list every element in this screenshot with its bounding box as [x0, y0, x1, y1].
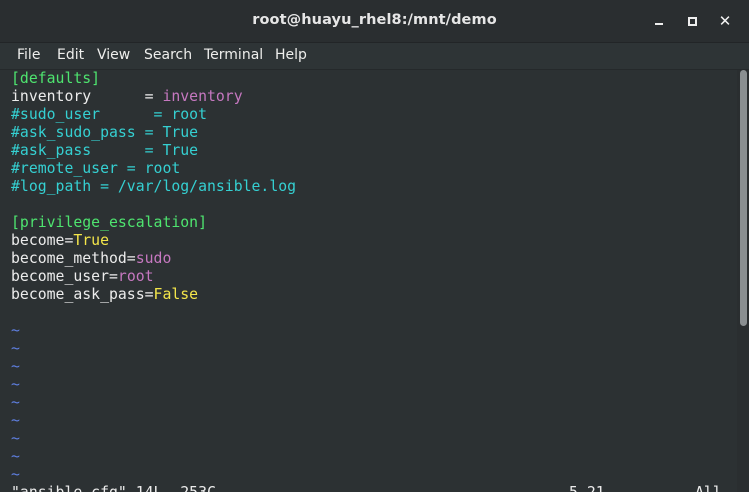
config-boolean-value: True [73, 232, 109, 249]
editor-line: ~ [11, 430, 296, 448]
minimize-button[interactable] [648, 10, 670, 32]
editor-line: ~ [11, 412, 296, 430]
config-comment: #remote_user = root [11, 160, 181, 177]
empty-line-tilde: ~ [11, 376, 20, 393]
editor-line: #ask_pass = True [11, 142, 296, 160]
editor-line: ~ [11, 322, 296, 340]
window-title: root@huayu_rhel8:/mnt/demo [252, 12, 497, 28]
editor-line: become_user=root [11, 268, 296, 286]
vim-editor-buffer[interactable]: [defaults] inventory = inventory #sudo_use… [11, 70, 296, 484]
editor-line: #log_path = /var/log/ansible.log [11, 178, 296, 196]
status-cursor-position: 5,21 [569, 484, 605, 492]
empty-line-tilde: ~ [11, 394, 20, 411]
maximize-icon [688, 17, 697, 26]
editor-line [11, 196, 296, 214]
config-section-header: [privilege_escalation] [11, 214, 207, 231]
editor-line: ~ [11, 340, 296, 358]
editor-line: ~ [11, 448, 296, 466]
editor-line: [privilege_escalation] [11, 214, 296, 232]
status-file-info: "ansible.cfg" 14L, 253C [11, 484, 216, 492]
config-comment: #log_path = /var/log/ansible.log [11, 178, 297, 195]
empty-line-tilde: ~ [11, 430, 20, 447]
menu-terminal[interactable]: Terminal [204, 46, 263, 64]
empty-line-tilde: ~ [11, 358, 20, 375]
editor-line [11, 304, 296, 322]
empty-line-tilde: ~ [11, 466, 20, 483]
editor-line: become_ask_pass=False [11, 286, 296, 304]
config-value: root [117, 268, 154, 285]
config-key: become_method= [11, 250, 136, 267]
config-comment: #ask_sudo_pass = True [11, 124, 199, 141]
terminal-window: root@huayu_rhel8:/mnt/demo ✕ File Edit V… [0, 0, 749, 492]
editor-line: #remote_user = root [11, 160, 296, 178]
terminal-area[interactable]: [defaults] inventory = inventory #sudo_use… [0, 70, 737, 492]
terminal-scrollbar[interactable] [737, 70, 749, 492]
config-value: inventory [162, 88, 243, 105]
editor-line: become=True [11, 232, 296, 250]
config-comment: #sudo_user = root [11, 106, 207, 123]
empty-line-tilde: ~ [11, 412, 20, 429]
close-icon: ✕ [718, 12, 732, 30]
scrollbar-thumb[interactable] [740, 70, 747, 326]
empty-line-tilde: ~ [11, 322, 20, 339]
vim-status-line: "ansible.cfg" 14L, 253C 5,21 All [11, 484, 737, 492]
editor-line: ~ [11, 466, 296, 484]
config-section-header: [defaults] [11, 70, 101, 87]
menu-view[interactable]: View [97, 46, 130, 64]
config-key: become= [11, 232, 74, 249]
editor-line: ~ [11, 394, 296, 412]
config-key: become_ask_pass= [11, 286, 154, 303]
minimize-icon [655, 23, 663, 25]
menu-help[interactable]: Help [275, 46, 307, 64]
maximize-button[interactable] [681, 10, 703, 32]
config-comment: #ask_pass = True [11, 142, 199, 159]
menu-edit[interactable]: Edit [57, 46, 84, 64]
close-button[interactable]: ✕ [714, 10, 736, 32]
editor-line: inventory = inventory [11, 88, 296, 106]
menu-bar: File Edit View Search Terminal Help [0, 43, 749, 70]
title-bar[interactable]: root@huayu_rhel8:/mnt/demo ✕ [0, 0, 749, 43]
editor-line: become_method=sudo [11, 250, 296, 268]
config-key: become_user= [11, 268, 118, 285]
config-boolean-value: False [153, 286, 199, 303]
config-value: sudo [135, 250, 172, 267]
menu-file[interactable]: File [17, 46, 40, 64]
editor-line: ~ [11, 376, 296, 394]
empty-line-tilde: ~ [11, 340, 20, 357]
editor-line: [defaults] [11, 70, 296, 88]
editor-line: #sudo_user = root [11, 106, 296, 124]
status-scroll-indicator: All [695, 484, 722, 492]
editor-line: ~ [11, 358, 296, 376]
empty-line-tilde: ~ [11, 448, 20, 465]
config-key: inventory = [11, 88, 163, 105]
menu-search[interactable]: Search [144, 46, 192, 64]
editor-line: #ask_sudo_pass = True [11, 124, 296, 142]
